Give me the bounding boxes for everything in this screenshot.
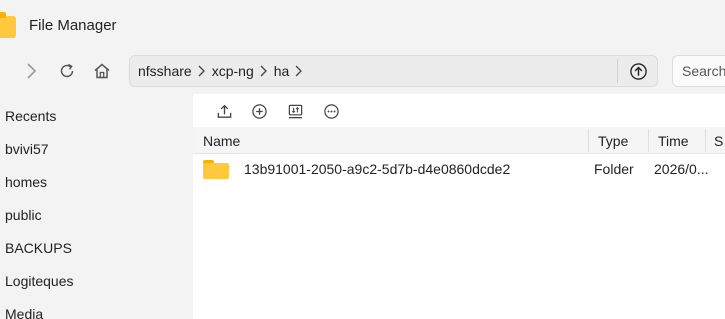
sidebar-item-label: Media bbox=[5, 306, 44, 319]
sidebar: Recents bvivi57 homes public BACKUPS Log… bbox=[0, 97, 193, 319]
column-header-time[interactable]: Time bbox=[648, 127, 710, 154]
file-type: Folder bbox=[594, 161, 634, 177]
sidebar-item-label: Logiteques bbox=[5, 273, 74, 289]
chevron-right-icon bbox=[195, 64, 209, 78]
navigation-bar: nfsshare xcp-ng ha bbox=[0, 50, 725, 92]
table-header: Name Type Time S bbox=[193, 127, 725, 154]
search-box[interactable] bbox=[672, 55, 725, 87]
file-table: Name Type Time S 13b91001-2050-a9c2-5d7b… bbox=[193, 127, 725, 184]
app-title: File Manager bbox=[29, 17, 117, 34]
sort-icon bbox=[288, 104, 302, 118]
chevron-right-icon bbox=[257, 64, 271, 78]
upload-button[interactable] bbox=[213, 100, 235, 122]
file-name[interactable]: 13b91001-2050-a9c2-5d7b-d4e0860dcde2 bbox=[244, 154, 584, 184]
breadcrumb: nfsshare xcp-ng ha bbox=[137, 56, 308, 86]
home-button[interactable] bbox=[88, 58, 116, 84]
sidebar-item-label: Recents bbox=[5, 108, 57, 124]
folder-icon bbox=[0, 12, 16, 38]
file-manager-window: File Manager nfsshare xcp-ng ha Search R… bbox=[0, 0, 725, 319]
table-row[interactable]: 13b91001-2050-a9c2-5d7b-d4e0860dcde2 Fol… bbox=[193, 154, 725, 184]
add-circle-icon bbox=[251, 103, 267, 119]
title-bar: File Manager bbox=[0, 0, 725, 48]
sort-button[interactable] bbox=[284, 100, 306, 122]
sidebar-item-bvivi57[interactable]: bvivi57 bbox=[5, 134, 49, 164]
sidebar-item-label: public bbox=[5, 207, 42, 223]
sidebar-item-logiteques[interactable]: Logiteques bbox=[5, 266, 74, 296]
file-time: 2026/0... bbox=[654, 161, 709, 177]
arrow-up-circle-icon bbox=[629, 62, 647, 80]
column-header-name[interactable]: Name bbox=[193, 127, 588, 154]
new-button[interactable] bbox=[248, 100, 270, 122]
sidebar-item-public[interactable]: public bbox=[5, 200, 42, 230]
more-button[interactable] bbox=[320, 100, 342, 122]
sidebar-item-label: BACKUPS bbox=[5, 240, 72, 256]
address-bar[interactable]: nfsshare xcp-ng ha bbox=[129, 55, 658, 87]
search-input[interactable] bbox=[673, 56, 725, 86]
file-toolbar bbox=[193, 94, 725, 127]
file-list-panel: Name Type Time S 13b91001-2050-a9c2-5d7b… bbox=[193, 94, 725, 319]
chevron-right-icon bbox=[27, 63, 37, 79]
address-divider bbox=[617, 59, 618, 83]
home-icon bbox=[94, 63, 110, 79]
refresh-button[interactable] bbox=[53, 58, 81, 84]
folder-icon bbox=[203, 154, 231, 184]
sidebar-item-label: homes bbox=[5, 174, 48, 190]
more-icon bbox=[323, 103, 339, 119]
column-header-type[interactable]: Type bbox=[588, 127, 650, 154]
sidebar-item-recents[interactable]: Recents bbox=[5, 101, 56, 131]
upload-icon bbox=[217, 104, 231, 118]
go-up-button[interactable] bbox=[627, 60, 649, 82]
sidebar-item-label: bvivi57 bbox=[5, 141, 49, 157]
sidebar-item-homes[interactable]: homes bbox=[5, 167, 47, 197]
breadcrumb-item-ha[interactable]: ha bbox=[273, 63, 291, 79]
refresh-icon bbox=[60, 63, 74, 78]
sidebar-item-media[interactable]: Media bbox=[5, 299, 43, 319]
forward-button[interactable] bbox=[17, 58, 45, 84]
breadcrumb-item-xcp-ng[interactable]: xcp-ng bbox=[211, 63, 255, 79]
chevron-right-icon[interactable] bbox=[292, 64, 306, 78]
breadcrumb-item-nfsshare[interactable]: nfsshare bbox=[137, 63, 193, 79]
sidebar-item-backups[interactable]: BACKUPS bbox=[5, 233, 72, 263]
column-header-size[interactable]: S bbox=[705, 127, 725, 154]
